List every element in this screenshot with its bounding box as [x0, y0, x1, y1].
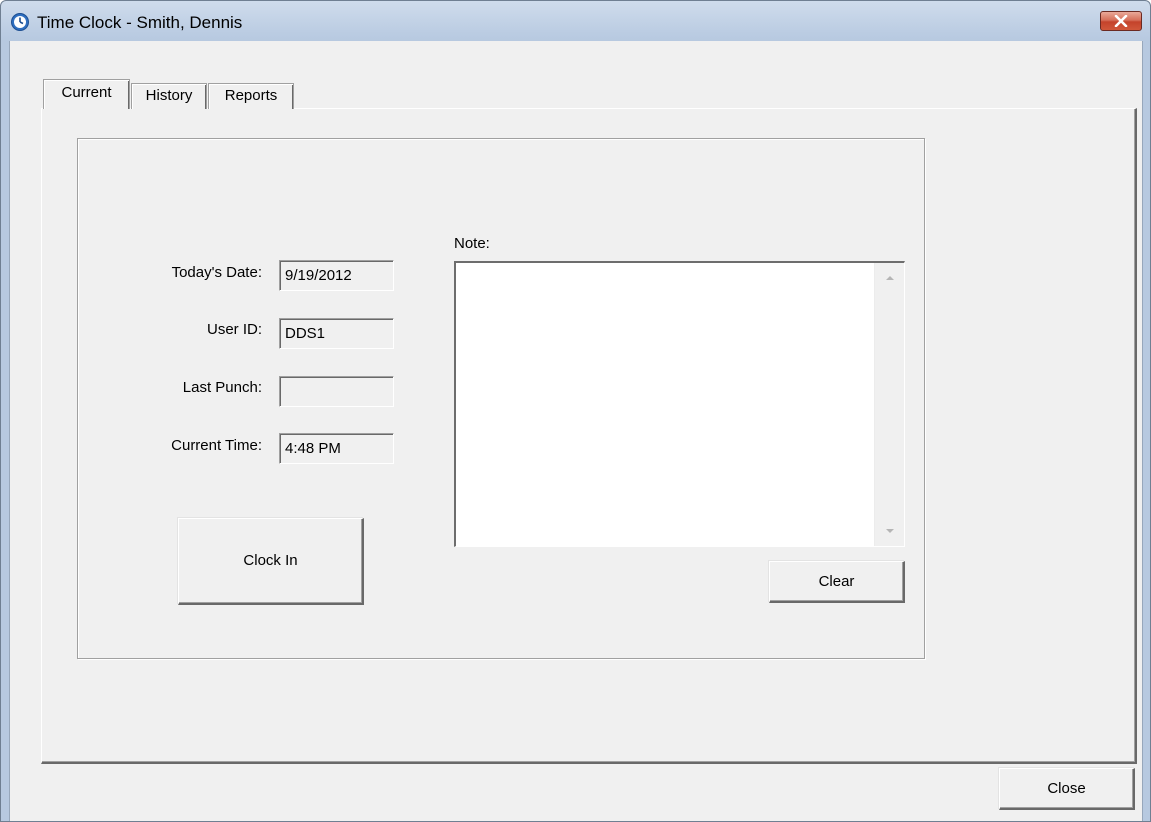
user-id-label: User ID:: [206, 321, 262, 338]
window-close-button[interactable]: [1100, 11, 1142, 31]
current-time-label: Current Time:: [171, 437, 262, 454]
window-title: Time Clock - Smith, Dennis: [37, 13, 243, 32]
last-punch-field: [279, 376, 394, 407]
close-button[interactable]: Close: [999, 768, 1135, 810]
last-punch-label: Last Punch:: [182, 379, 262, 396]
todays-date-label: Today's Date:: [171, 264, 262, 281]
scroll-down-arrow-icon[interactable]: [884, 526, 896, 536]
tab-history[interactable]: History: [131, 83, 207, 109]
time-clock-window: Time Clock - Smith, Dennis Current Histo…: [0, 0, 1151, 822]
scroll-up-arrow-icon[interactable]: [884, 273, 896, 283]
clock-in-button[interactable]: Clock In: [178, 518, 364, 605]
tab-reports[interactable]: Reports: [208, 83, 294, 109]
todays-date-field: 9/19/2012: [279, 260, 394, 291]
close-icon: [1114, 15, 1128, 27]
note-scrollbar[interactable]: [874, 263, 904, 546]
clock-icon: [11, 13, 29, 31]
clear-button[interactable]: Clear: [769, 561, 905, 603]
dialog-client-area: Current History Reports Today's Date: 9/…: [9, 41, 1143, 821]
title-bar[interactable]: Time Clock - Smith, Dennis: [1, 1, 1150, 41]
current-time-field: 4:48 PM: [279, 433, 394, 464]
user-id-field: DDS1: [279, 318, 394, 349]
note-label: Note:: [454, 235, 490, 252]
tab-current[interactable]: Current: [43, 79, 130, 109]
note-textarea[interactable]: [454, 261, 905, 547]
